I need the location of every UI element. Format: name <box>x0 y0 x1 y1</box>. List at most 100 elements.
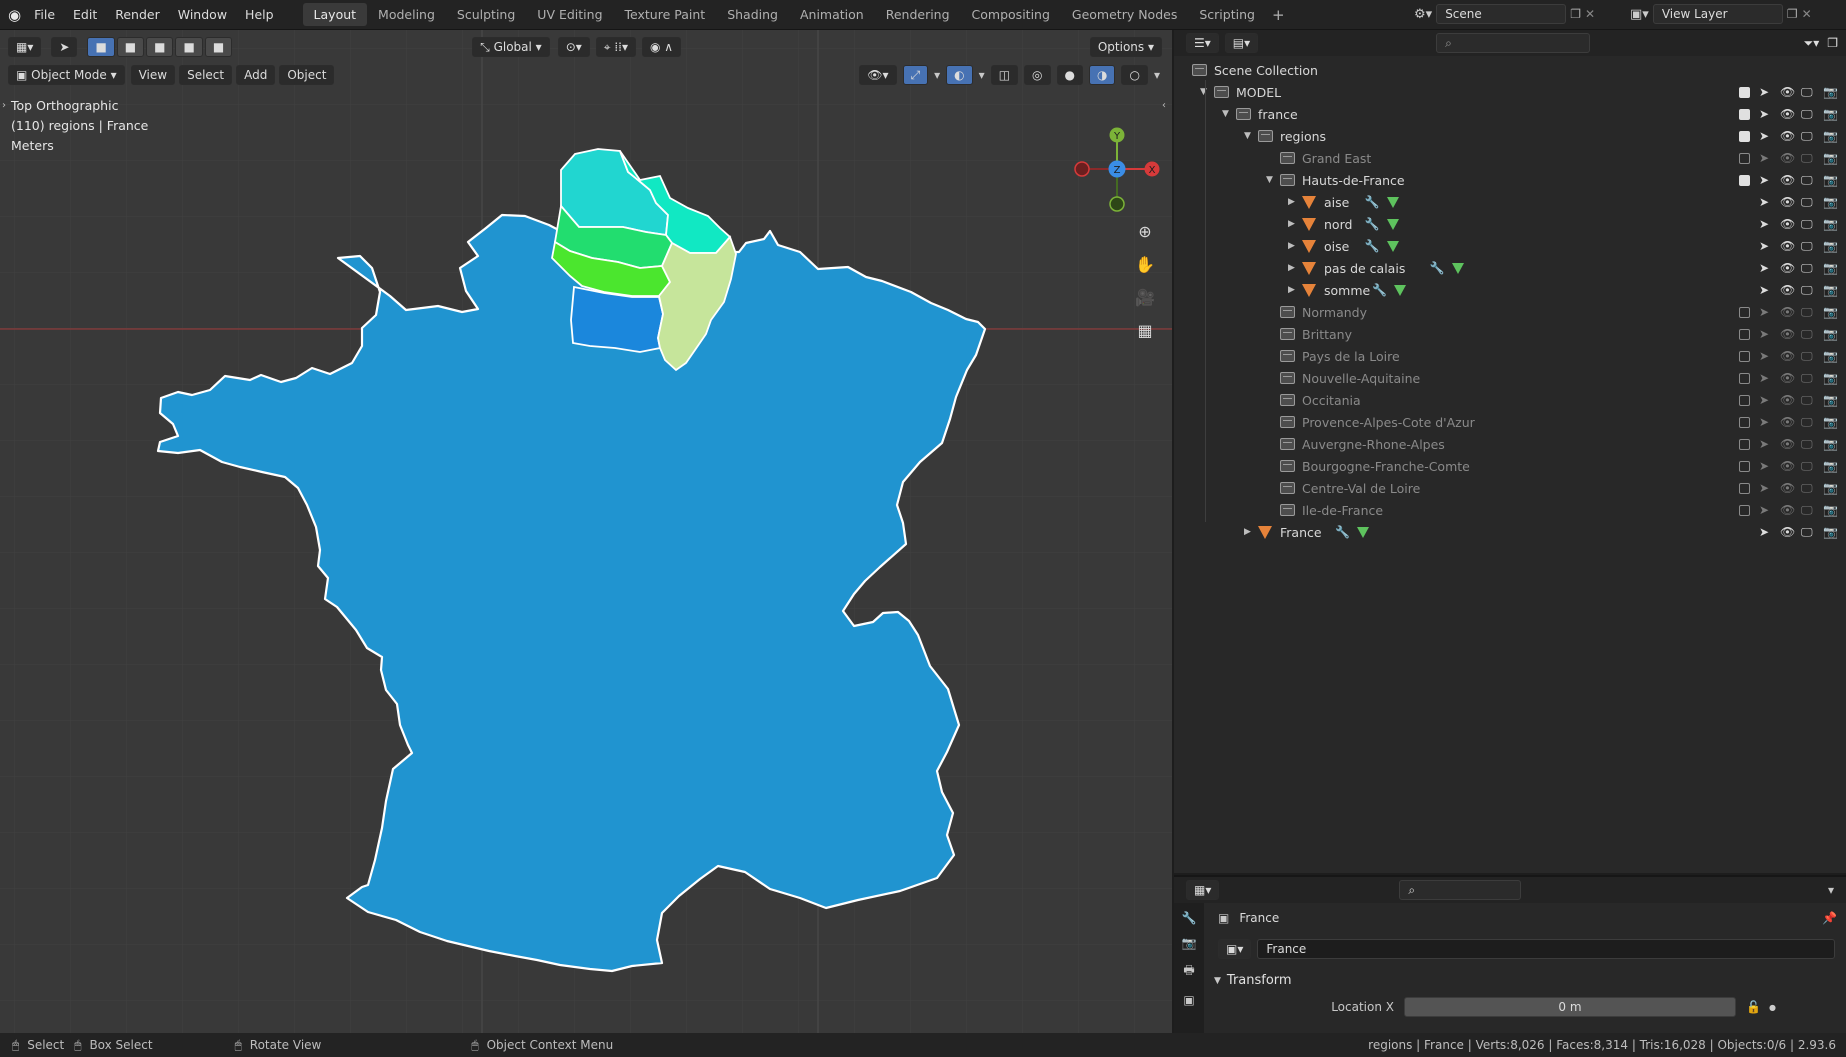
select-toggle-icon[interactable]: ➤ <box>1759 173 1769 187</box>
outliner-row-somme[interactable]: ▶ somme 🔧 ➤ 👁 🖵 📷 <box>1174 279 1846 301</box>
visibility-eye-icon[interactable]: 👁 <box>1780 151 1795 165</box>
select-toggle-icon[interactable]: ➤ <box>1759 217 1769 231</box>
outliner-row-regions[interactable]: ▼ regions ➤ 👁 🖵 📷 <box>1174 125 1846 147</box>
object-datablock-icon[interactable]: ▣▾ <box>1218 939 1252 959</box>
keyframe-dot-icon[interactable]: ● <box>1769 1003 1776 1012</box>
tab-animation[interactable]: Animation <box>789 3 875 26</box>
visibility-eye-icon[interactable]: 👁 <box>1780 129 1795 143</box>
render-toggle-icon[interactable]: 📷 <box>1823 503 1838 517</box>
outliner-row-nouvelle-aquitaine[interactable]: Nouvelle-Aquitaine ➤ 👁 🖵 📷 <box>1174 367 1846 389</box>
exclude-checkbox[interactable] <box>1739 306 1750 318</box>
viewport-disable-icon[interactable]: 🖵 <box>1801 305 1813 320</box>
render-toggle-icon[interactable]: 📷 <box>1823 283 1838 297</box>
view-layer-tab-icon[interactable]: ▣ <box>1183 993 1194 1007</box>
render-toggle-icon[interactable]: 📷 <box>1823 107 1838 121</box>
exclude-checkbox[interactable] <box>1739 482 1750 494</box>
modifier-wrench-icon[interactable]: 🔧 <box>1372 283 1387 297</box>
exclude-checkbox[interactable] <box>1739 174 1750 186</box>
viewport-disable-icon[interactable]: 🖵 <box>1801 261 1813 276</box>
exclude-checkbox[interactable] <box>1739 438 1750 450</box>
viewport-disable-icon[interactable]: 🖵 <box>1801 459 1813 474</box>
lock-icon[interactable]: 🔓 <box>1746 1000 1761 1014</box>
render-toggle-icon[interactable]: 📷 <box>1823 129 1838 143</box>
outliner-editor-type-icon[interactable]: ☰▾ <box>1186 33 1219 53</box>
select-toggle-icon[interactable]: ➤ <box>1759 305 1769 319</box>
menu-window[interactable]: Window <box>169 7 236 22</box>
tool-tab-icon[interactable]: 🔧 <box>1182 911 1197 925</box>
visibility-eye-icon[interactable]: 👁 <box>1780 173 1795 187</box>
visibility-eye-icon[interactable]: 👁 <box>1780 327 1795 341</box>
render-toggle-icon[interactable]: 📷 <box>1823 459 1838 473</box>
perspective-grid-icon[interactable]: ▦ <box>1132 317 1158 343</box>
collapse-arrow-icon[interactable]: ▼ <box>1266 175 1273 185</box>
render-toggle-icon[interactable]: 📷 <box>1823 481 1838 495</box>
properties-search-input[interactable]: ⌕ <box>1399 880 1522 900</box>
render-toggle-icon[interactable]: 📷 <box>1823 437 1838 451</box>
mesh-data-icon[interactable] <box>1394 284 1406 296</box>
camera-view-icon[interactable]: 🎥 <box>1132 284 1158 310</box>
exclude-checkbox[interactable] <box>1739 86 1750 98</box>
add-workspace-icon[interactable]: + <box>1266 6 1291 24</box>
tab-modeling[interactable]: Modeling <box>367 3 446 26</box>
select-toggle-icon[interactable]: ➤ <box>1759 393 1769 407</box>
visibility-eye-icon[interactable]: 👁 <box>1780 239 1795 253</box>
menu-help[interactable]: Help <box>236 7 283 22</box>
outliner-row-brittany[interactable]: Brittany ➤ 👁 🖵 📷 <box>1174 323 1846 345</box>
outliner-row-france[interactable]: ▼ france ➤ 👁 🖵 📷 <box>1174 103 1846 125</box>
viewport-disable-icon[interactable]: 🖵 <box>1801 217 1813 232</box>
menu-render[interactable]: Render <box>106 7 169 22</box>
modifier-wrench-icon[interactable]: 🔧 <box>1365 195 1380 209</box>
outliner-row-occitania[interactable]: Occitania ➤ 👁 🖵 📷 <box>1174 389 1846 411</box>
viewport-disable-icon[interactable]: 🖵 <box>1801 173 1813 188</box>
visibility-eye-icon[interactable]: 👁 <box>1780 393 1795 407</box>
viewport-disable-icon[interactable]: 🖵 <box>1801 437 1813 452</box>
pin-icon[interactable]: 📌 <box>1822 911 1837 925</box>
properties-editor-type-icon[interactable]: ▦▾ <box>1186 880 1220 900</box>
render-toggle-icon[interactable]: 📷 <box>1823 525 1838 539</box>
menu-edit[interactable]: Edit <box>64 7 106 22</box>
tab-uv-editing[interactable]: UV Editing <box>526 3 613 26</box>
select-toggle-icon[interactable]: ➤ <box>1759 129 1769 143</box>
outliner-row-ile-de-france[interactable]: Ile-de-France ➤ 👁 🖵 📷 <box>1174 499 1846 521</box>
expand-arrow-icon[interactable]: ▶ <box>1244 527 1251 537</box>
new-view-layer-icon[interactable]: ❐ <box>1787 7 1798 21</box>
tab-scripting[interactable]: Scripting <box>1188 3 1266 26</box>
render-toggle-icon[interactable]: 📷 <box>1823 327 1838 341</box>
outliner-row-auvergne-rhone-alpes[interactable]: Auvergne-Rhone-Alpes ➤ 👁 🖵 📷 <box>1174 433 1846 455</box>
visibility-eye-icon[interactable]: 👁 <box>1780 195 1795 209</box>
exclude-checkbox[interactable] <box>1739 130 1750 142</box>
outliner-row-aise[interactable]: ▶ aise 🔧 ➤ 👁 🖵 📷 <box>1174 191 1846 213</box>
modifier-wrench-icon[interactable]: 🔧 <box>1430 261 1445 275</box>
visibility-eye-icon[interactable]: 👁 <box>1780 525 1795 539</box>
visibility-eye-icon[interactable]: 👁 <box>1780 107 1795 121</box>
view-layer-icon[interactable]: ▣▾ <box>1630 7 1649 22</box>
viewport-disable-icon[interactable]: 🖵 <box>1801 85 1813 100</box>
visibility-eye-icon[interactable]: 👁 <box>1780 459 1795 473</box>
render-toggle-icon[interactable]: 📷 <box>1823 151 1838 165</box>
viewport-disable-icon[interactable]: 🖵 <box>1801 107 1813 122</box>
render-toggle-icon[interactable]: 📷 <box>1823 371 1838 385</box>
3d-viewport[interactable]: ▦▾ ➤ ■ ■ ■ ■ ■ ⤡ Global ▾ ⊙▾ ⌖ ⁞⁞▾ ◉ ∧ O… <box>0 30 1172 1033</box>
render-toggle-icon[interactable]: 📷 <box>1823 239 1838 253</box>
outliner-row-bourgogne-franche-comte[interactable]: Bourgogne-Franche-Comte ➤ 👁 🖵 📷 <box>1174 455 1846 477</box>
render-tab-icon[interactable]: 📷 <box>1182 936 1197 950</box>
visibility-eye-icon[interactable]: 👁 <box>1780 305 1795 319</box>
expand-arrow-icon[interactable]: ▶ <box>1288 263 1295 273</box>
select-toggle-icon[interactable]: ➤ <box>1759 459 1769 473</box>
object-name-field[interactable]: France <box>1257 939 1836 959</box>
exclude-checkbox[interactable] <box>1739 394 1750 406</box>
exclude-checkbox[interactable] <box>1739 460 1750 472</box>
exclude-checkbox[interactable] <box>1739 416 1750 428</box>
outliner-row-pays-de-la-loire[interactable]: Pays de la Loire ➤ 👁 🖵 📷 <box>1174 345 1846 367</box>
render-toggle-icon[interactable]: 📷 <box>1823 217 1838 231</box>
visibility-eye-icon[interactable]: 👁 <box>1780 261 1795 275</box>
exclude-checkbox[interactable] <box>1739 504 1750 516</box>
properties-options-icon[interactable]: ▾ <box>1828 883 1834 897</box>
exclude-checkbox[interactable] <box>1739 372 1750 384</box>
visibility-eye-icon[interactable]: 👁 <box>1780 217 1795 231</box>
select-toggle-icon[interactable]: ➤ <box>1759 151 1769 165</box>
visibility-eye-icon[interactable]: 👁 <box>1780 283 1795 297</box>
viewport-disable-icon[interactable]: 🖵 <box>1801 393 1813 408</box>
viewport-disable-icon[interactable]: 🖵 <box>1801 415 1813 430</box>
viewport-disable-icon[interactable]: 🖵 <box>1801 525 1813 540</box>
